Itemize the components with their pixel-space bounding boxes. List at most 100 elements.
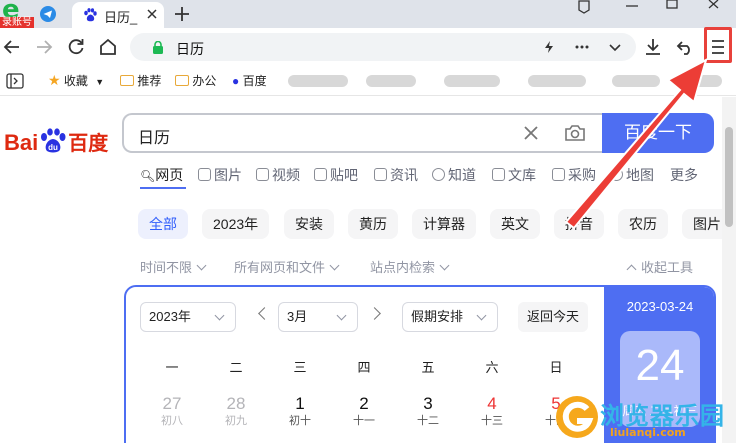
download-icon[interactable]: [644, 37, 662, 57]
back-to-today-button[interactable]: 返回今天: [518, 302, 588, 332]
address-text[interactable]: 日历: [176, 39, 204, 59]
tab-web[interactable]: 🔍︎网页: [140, 165, 183, 185]
chevron-down-icon: [476, 310, 487, 321]
minimize-icon[interactable]: [624, 0, 640, 14]
new-tab-icon[interactable]: [172, 4, 192, 24]
next-month-icon[interactable]: [368, 307, 381, 320]
calendar-day[interactable]: 2 十一: [344, 395, 384, 429]
document-icon: [492, 168, 505, 181]
tab-images[interactable]: 图片: [198, 165, 242, 185]
year-select[interactable]: 2023年: [140, 302, 236, 332]
tab-map[interactable]: 地图: [610, 165, 654, 185]
lightning-icon[interactable]: [542, 40, 556, 54]
reload-icon[interactable]: [66, 37, 86, 57]
camera-icon[interactable]: [564, 124, 586, 142]
active-tab[interactable]: 日历_: [72, 2, 164, 28]
bookmark-blurred[interactable]: [366, 75, 416, 87]
tab-wenku[interactable]: 文库: [492, 165, 536, 185]
bookmark-blurred[interactable]: [528, 75, 586, 87]
map-pin-icon: [610, 168, 623, 181]
calendar-day[interactable]: 1 初十: [280, 395, 320, 429]
chip-year[interactable]: 2023年: [202, 209, 270, 239]
chip-install[interactable]: 安装: [284, 209, 334, 239]
collapse-tools[interactable]: 收起工具: [626, 257, 693, 276]
bookmarks-bar: ★ 收藏 ▼ 推荐 办公 ● 百度: [0, 66, 736, 96]
chip-almanac[interactable]: 黄历: [348, 209, 398, 239]
weekday-header: 三: [293, 360, 307, 375]
bookmark-blurred[interactable]: [444, 75, 500, 87]
chip-all[interactable]: 全部: [138, 209, 188, 239]
folder-icon: [120, 75, 134, 86]
baidu-paw-icon: [84, 8, 97, 22]
address-bar[interactable]: 日历: [130, 33, 636, 61]
baidu-paw-icon: ●: [232, 74, 240, 88]
month-select[interactable]: 3月: [278, 302, 358, 332]
close-tab-icon[interactable]: [146, 8, 158, 20]
tab-news[interactable]: 资讯: [374, 165, 418, 185]
baidu-logo[interactable]: Bai du 百度: [4, 127, 108, 156]
bookmark-baidu[interactable]: ● 百度: [232, 72, 267, 89]
calendar-day[interactable]: 28 初九: [216, 395, 256, 429]
filter-time[interactable]: 时间不限: [140, 257, 207, 276]
tab-video[interactable]: 视频: [256, 165, 300, 185]
chip-pinyin[interactable]: 拼音: [554, 209, 604, 239]
scrollbar-thumb[interactable]: [725, 127, 733, 227]
filter-type[interactable]: 所有网页和文件: [234, 257, 340, 276]
more-icon[interactable]: [574, 40, 590, 54]
bookmark-blurred[interactable]: [682, 75, 722, 87]
chevron-down-icon: [439, 260, 450, 271]
back-icon[interactable]: [2, 37, 22, 57]
calendar-day[interactable]: 27 初八: [152, 395, 192, 429]
calendar-day[interactable]: 3 十二: [408, 395, 448, 429]
search-filters: 时间不限 所有网页和文件 站点内检索 收起工具: [140, 257, 700, 275]
chip-images[interactable]: 图片: [682, 209, 722, 239]
bookmark-favorites[interactable]: ★ 收藏 ▼: [48, 72, 104, 89]
search-box[interactable]: 日历: [122, 113, 604, 153]
pinned-tab-telegram[interactable]: [38, 4, 58, 24]
weekday-header: 四: [357, 360, 371, 375]
tab-tieba[interactable]: 贴吧: [314, 165, 358, 185]
tab-strip: e 录账号 日历_: [0, 0, 736, 29]
chevron-down-icon: [214, 310, 225, 321]
chevron-down-icon[interactable]: [608, 40, 622, 54]
chip-calculator[interactable]: 计算器: [412, 209, 476, 239]
calendar-day-weekend[interactable]: 4 十三: [472, 395, 512, 429]
telegram-icon: [40, 6, 56, 22]
chip-english[interactable]: 英文: [490, 209, 540, 239]
chip-lunar[interactable]: 农历: [618, 209, 668, 239]
weekday-header: 二: [229, 360, 243, 375]
sidebar-toggle-icon[interactable]: [6, 73, 24, 89]
maximize-icon[interactable]: [664, 0, 680, 14]
browser-logo[interactable]: e 录账号: [0, 0, 34, 29]
tab-purchase[interactable]: 采购: [552, 165, 596, 185]
filter-site[interactable]: 站点内检索: [370, 257, 450, 276]
active-tab-underline: [140, 187, 186, 189]
caret-down-icon: ▼: [95, 77, 105, 87]
basket-icon: [552, 168, 565, 181]
holiday-select[interactable]: 假期安排: [402, 302, 498, 332]
folder-icon: [175, 75, 189, 86]
close-window-icon[interactable]: [706, 0, 722, 14]
prev-month-icon[interactable]: [258, 307, 271, 320]
tieba-icon: [314, 168, 327, 181]
home-icon[interactable]: [98, 37, 118, 57]
tab-title: 日历_: [104, 10, 138, 25]
weekday-header: 六: [485, 360, 499, 375]
clear-icon[interactable]: [522, 124, 540, 142]
star-icon: ★: [48, 72, 61, 88]
search-button[interactable]: 百度一下: [602, 113, 714, 153]
bookmark-blurred[interactable]: [612, 75, 660, 87]
forward-icon[interactable]: [34, 37, 54, 57]
weekday-header: 一: [165, 360, 179, 375]
selected-date: 2023-03-24: [626, 299, 694, 314]
bookmark-blurred[interactable]: [288, 75, 348, 87]
chevron-down-icon: [336, 310, 347, 321]
undo-icon[interactable]: [676, 37, 694, 57]
tab-search-icon[interactable]: [574, 0, 594, 14]
bookmark-folder-office[interactable]: 办公: [175, 72, 216, 89]
tab-zhidao[interactable]: 知道: [432, 165, 476, 185]
tab-more[interactable]: 更多: [670, 165, 698, 185]
search-input[interactable]: 日历: [138, 124, 170, 148]
bookmark-folder-recommend[interactable]: 推荐: [120, 72, 161, 89]
question-icon: [432, 168, 445, 181]
